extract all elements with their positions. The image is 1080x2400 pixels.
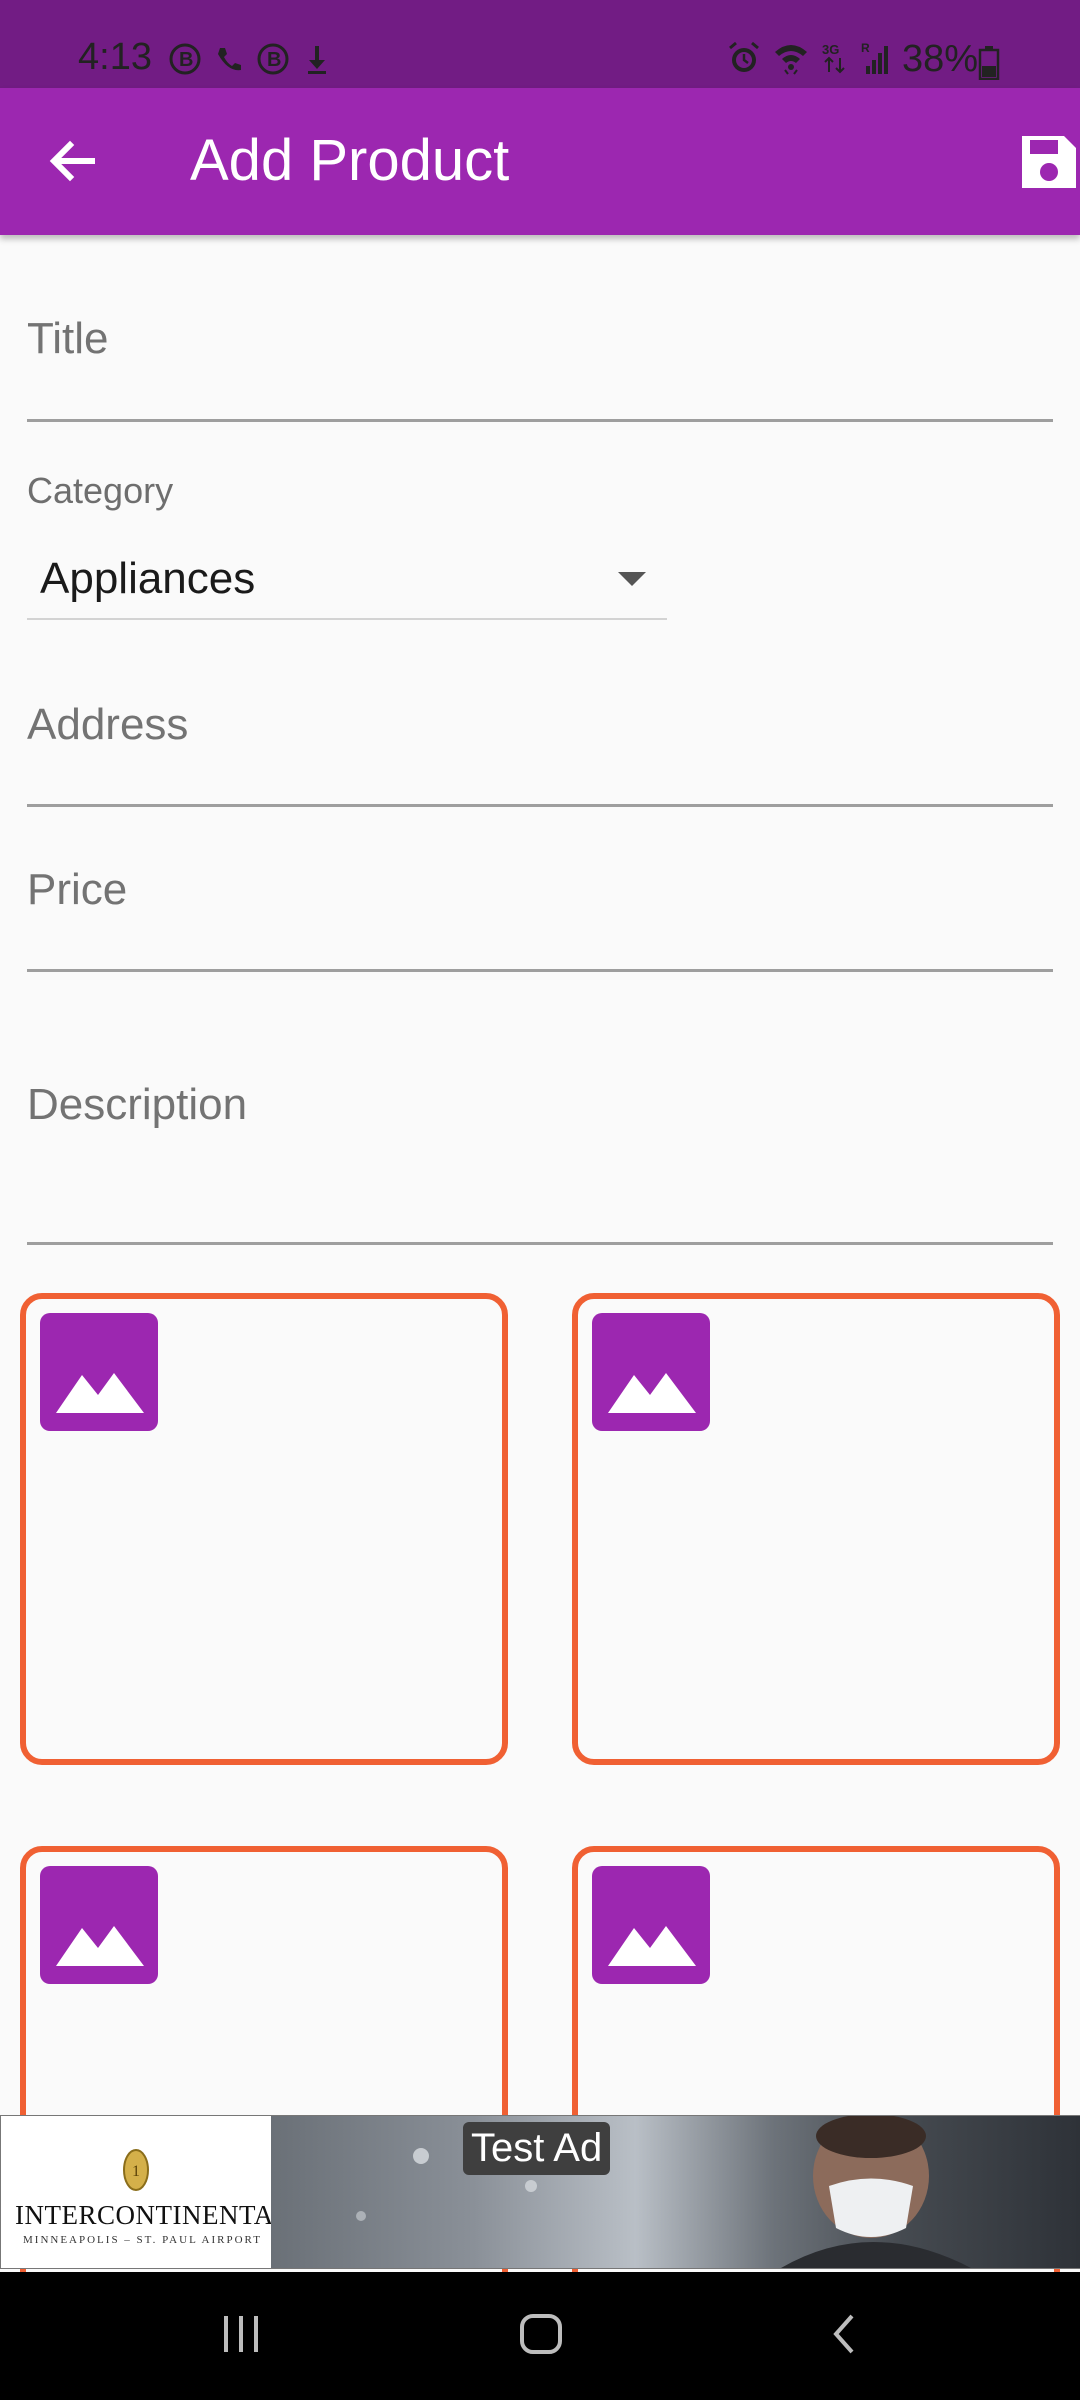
svg-text:3G: 3G — [822, 42, 839, 57]
description-underline — [27, 1242, 1053, 1245]
wifi-icon — [775, 45, 807, 75]
svg-text:B: B — [267, 49, 281, 71]
description-field[interactable]: Description — [0, 1070, 1080, 1250]
b-notification-icon: B — [257, 43, 289, 75]
alarm-icon — [729, 41, 759, 72]
image-placeholder-icon — [592, 1313, 710, 1431]
battery-percent: 38% — [902, 38, 979, 80]
category-label: Category — [27, 470, 174, 511]
ad-brand: INTERCONTINENTAL. — [15, 2200, 299, 2230]
recents-icon[interactable] — [220, 2310, 262, 2358]
status-bar: 4:13 B B 3G R 38% — [0, 0, 1080, 88]
arrow-back-icon[interactable] — [40, 128, 106, 194]
ad-subtitle: MINNEAPOLIS – ST. PAUL AIRPORT — [23, 2234, 262, 2246]
category-value: Appliances — [40, 554, 256, 603]
ad-label: Test Ad — [463, 2122, 611, 2175]
intercontinental-emblem-icon: 1 — [123, 2149, 149, 2191]
image-slot-1[interactable] — [20, 1293, 508, 1765]
b-notification-icon: B — [169, 43, 201, 75]
wifi-call-icon — [218, 48, 241, 71]
image-placeholder-icon — [40, 1866, 158, 1984]
image-placeholder-icon — [592, 1866, 710, 1984]
chevron-down-icon — [618, 572, 646, 586]
ad-logo: 1 INTERCONTINENTAL. MINNEAPOLIS – ST. PA… — [3, 2118, 298, 2266]
price-field[interactable]: Price — [0, 855, 1080, 975]
battery-icon — [978, 46, 1000, 80]
price-placeholder: Price — [27, 865, 128, 914]
description-placeholder: Description — [27, 1080, 248, 1129]
back-icon[interactable] — [826, 2310, 862, 2358]
svg-text:B: B — [179, 49, 193, 71]
save-icon[interactable] — [1018, 132, 1080, 192]
home-icon[interactable] — [518, 2310, 564, 2358]
title-field[interactable]: Title — [0, 300, 1080, 425]
address-placeholder: Address — [27, 700, 189, 749]
category-dropdown[interactable]: Appliances — [27, 542, 667, 620]
image-placeholder-icon — [40, 1313, 158, 1431]
3g-icon: 3G — [822, 42, 845, 74]
title-underline — [27, 419, 1053, 422]
svg-text:1: 1 — [132, 2163, 140, 2180]
signal-icon: R — [861, 41, 888, 74]
address-field[interactable]: Address — [0, 690, 1080, 810]
download-icon — [308, 46, 326, 74]
ad-photo — [271, 2116, 1080, 2268]
status-time: 4:13 — [78, 36, 152, 78]
price-underline — [27, 969, 1053, 972]
system-nav-bar — [0, 2272, 1080, 2400]
app-bar: Add Product — [0, 88, 1080, 235]
ad-banner[interactable]: 1 INTERCONTINENTAL. MINNEAPOLIS – ST. PA… — [0, 2115, 1080, 2269]
status-right-icons: 3G R — [726, 40, 894, 76]
address-underline — [27, 804, 1053, 807]
image-slot-2[interactable] — [572, 1293, 1060, 1765]
page-title: Add Product — [190, 128, 510, 193]
svg-text:R: R — [861, 41, 870, 55]
title-placeholder: Title — [27, 314, 109, 363]
status-left-icons: B B — [168, 42, 334, 76]
